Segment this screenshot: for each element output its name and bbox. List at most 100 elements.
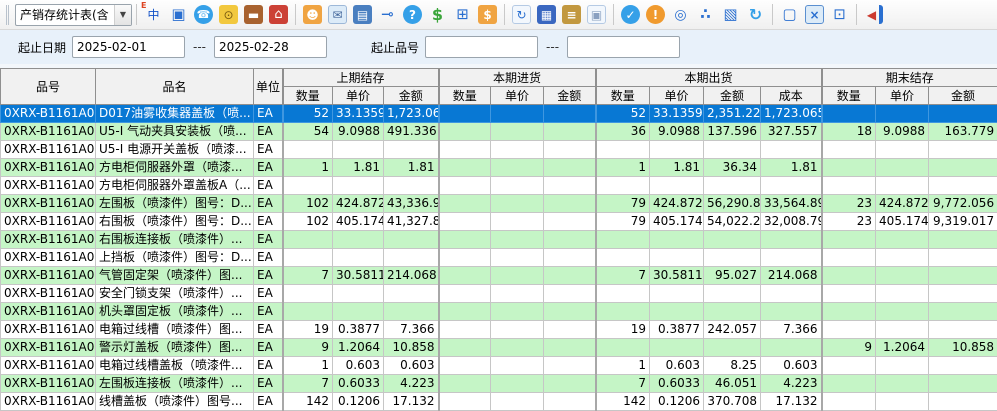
amount-cell[interactable]: 17.132 (761, 393, 822, 411)
unit-cell[interactable]: EA (254, 303, 283, 321)
amount-cell[interactable] (544, 267, 596, 285)
amount-cell[interactable] (384, 249, 439, 267)
item-no-cell[interactable]: 0XRX-B1161A0... (1, 357, 96, 375)
amount-cell[interactable]: 1.2064 (333, 339, 384, 357)
amount-cell[interactable] (439, 213, 491, 231)
amount-cell[interactable] (491, 177, 544, 195)
table-row[interactable]: 0XRX-B1161A0...U5-I 气动夹具安装板（喷...EA549.09… (1, 123, 997, 141)
item-no-cell[interactable]: 0XRX-B1161A0... (1, 339, 96, 357)
unit-cell[interactable]: EA (254, 159, 283, 177)
amount-cell[interactable] (929, 303, 997, 321)
amount-cell[interactable] (704, 303, 761, 321)
amount-cell[interactable]: 137.596 (704, 123, 761, 141)
amount-cell[interactable] (384, 285, 439, 303)
amount-cell[interactable] (596, 303, 650, 321)
amount-cell[interactable] (544, 321, 596, 339)
amount-cell[interactable]: 1,723.065 (384, 105, 439, 123)
amount-cell[interactable]: 0.603 (384, 357, 439, 375)
item-name-cell[interactable]: D017油雾收集器盖板（喷... (96, 105, 254, 123)
item-no-cell[interactable]: 0XRX-B1161A0... (1, 105, 96, 123)
amount-cell[interactable]: 9.0988 (650, 123, 704, 141)
amount-cell[interactable]: 424.872 (876, 195, 929, 213)
table-row[interactable]: 0XRX-B1161A0...电箱过线槽盖板（喷漆件...EA10.6030.6… (1, 357, 997, 375)
amount-cell[interactable] (822, 249, 876, 267)
unit-cell[interactable]: EA (254, 285, 283, 303)
amount-cell[interactable] (333, 141, 384, 159)
amount-cell[interactable]: 7.366 (761, 321, 822, 339)
amount-cell[interactable] (333, 285, 384, 303)
amount-cell[interactable] (283, 141, 333, 159)
amount-cell[interactable] (333, 249, 384, 267)
item-name-cell[interactable]: 右围板（喷漆件）图号：D... (96, 213, 254, 231)
amount-cell[interactable]: 0.1206 (650, 393, 704, 411)
amount-cell[interactable] (761, 177, 822, 195)
amount-cell[interactable]: 1 (283, 159, 333, 177)
amount-cell[interactable] (822, 357, 876, 375)
amount-cell[interactable] (876, 141, 929, 159)
amount-cell[interactable] (439, 357, 491, 375)
item-name-cell[interactable]: 气管固定架（喷漆件）图... (96, 267, 254, 285)
unit-cell[interactable]: EA (254, 141, 283, 159)
amount-cell[interactable]: 327.557 (761, 123, 822, 141)
amount-cell[interactable] (761, 339, 822, 357)
amount-cell[interactable]: 33,564.89 (761, 195, 822, 213)
amount-cell[interactable]: 7 (596, 267, 650, 285)
amount-cell[interactable] (929, 357, 997, 375)
amount-cell[interactable] (544, 303, 596, 321)
amount-cell[interactable]: 9,772.056 (929, 195, 997, 213)
amount-cell[interactable] (822, 177, 876, 195)
item-name-cell[interactable]: U5-I 气动夹具安装板（喷... (96, 123, 254, 141)
amount-cell[interactable]: 1.81 (333, 159, 384, 177)
amount-cell[interactable] (929, 249, 997, 267)
amount-cell[interactable] (596, 177, 650, 195)
amount-cell[interactable]: 4.223 (384, 375, 439, 393)
amount-cell[interactable] (822, 285, 876, 303)
amount-cell[interactable]: 95.027 (704, 267, 761, 285)
amount-cell[interactable]: 30.5811 (333, 267, 384, 285)
amount-cell[interactable]: 33.1359 (650, 105, 704, 123)
amount-cell[interactable] (439, 231, 491, 249)
amount-cell[interactable]: 7 (596, 375, 650, 393)
item-no-cell[interactable]: 0XRX-B1161A0... (1, 267, 96, 285)
report-type-combobox[interactable]: 产销存统计表(含 ▼ (15, 4, 132, 26)
item-no-cell[interactable]: 0XRX-B1161A0... (1, 213, 96, 231)
amount-cell[interactable]: 0.3877 (650, 321, 704, 339)
amount-cell[interactable] (929, 141, 997, 159)
phone-icon[interactable]: ☎ (194, 5, 213, 24)
amount-cell[interactable] (929, 375, 997, 393)
amount-cell[interactable] (491, 195, 544, 213)
window-icon[interactable]: ▢ (780, 5, 799, 24)
item-no-cell[interactable]: 0XRX-B1161A0... (1, 375, 96, 393)
unit-cell[interactable]: EA (254, 393, 283, 411)
amount-cell[interactable] (650, 249, 704, 267)
amount-cell[interactable]: 1,723.065 (761, 105, 822, 123)
amount-cell[interactable] (761, 303, 822, 321)
table-row[interactable]: 0XRX-B1161A0...D017油雾收集器盖板（喷...EA5233.13… (1, 105, 997, 123)
table-row[interactable]: 0XRX-B1161A0...安全门锁支架（喷漆件）...EA (1, 285, 997, 303)
amount-cell[interactable] (929, 285, 997, 303)
amount-cell[interactable] (876, 321, 929, 339)
computer-icon[interactable]: ▣ (169, 5, 188, 24)
amount-cell[interactable] (876, 393, 929, 411)
amount-cell[interactable] (384, 303, 439, 321)
item-no-cell[interactable]: 0XRX-B1161A0... (1, 393, 96, 411)
item-no-cell[interactable]: 0XRX-B1161A0... (1, 321, 96, 339)
amount-cell[interactable]: 23 (822, 213, 876, 231)
table-row[interactable]: 0XRX-B1161A0...线槽盖板（喷漆件）图号...EA1420.1206… (1, 393, 997, 411)
amount-cell[interactable]: 46.051 (704, 375, 761, 393)
amount-cell[interactable]: 52 (596, 105, 650, 123)
amount-cell[interactable] (822, 141, 876, 159)
table-row[interactable]: 0XRX-B1161A0...U5-I 电源开关盖板（喷漆...EA (1, 141, 997, 159)
amount-cell[interactable]: 9 (283, 339, 333, 357)
amount-cell[interactable] (650, 285, 704, 303)
amount-cell[interactable]: 0.6033 (333, 375, 384, 393)
exit-icon[interactable]: ◀ (864, 5, 883, 24)
amount-cell[interactable] (822, 393, 876, 411)
amount-cell[interactable]: 4.223 (761, 375, 822, 393)
amount-cell[interactable] (544, 105, 596, 123)
toolbar-grip[interactable] (6, 5, 10, 25)
amount-cell[interactable] (491, 141, 544, 159)
amount-cell[interactable] (929, 267, 997, 285)
amount-cell[interactable] (439, 123, 491, 141)
amount-cell[interactable]: 405.1746 (333, 213, 384, 231)
